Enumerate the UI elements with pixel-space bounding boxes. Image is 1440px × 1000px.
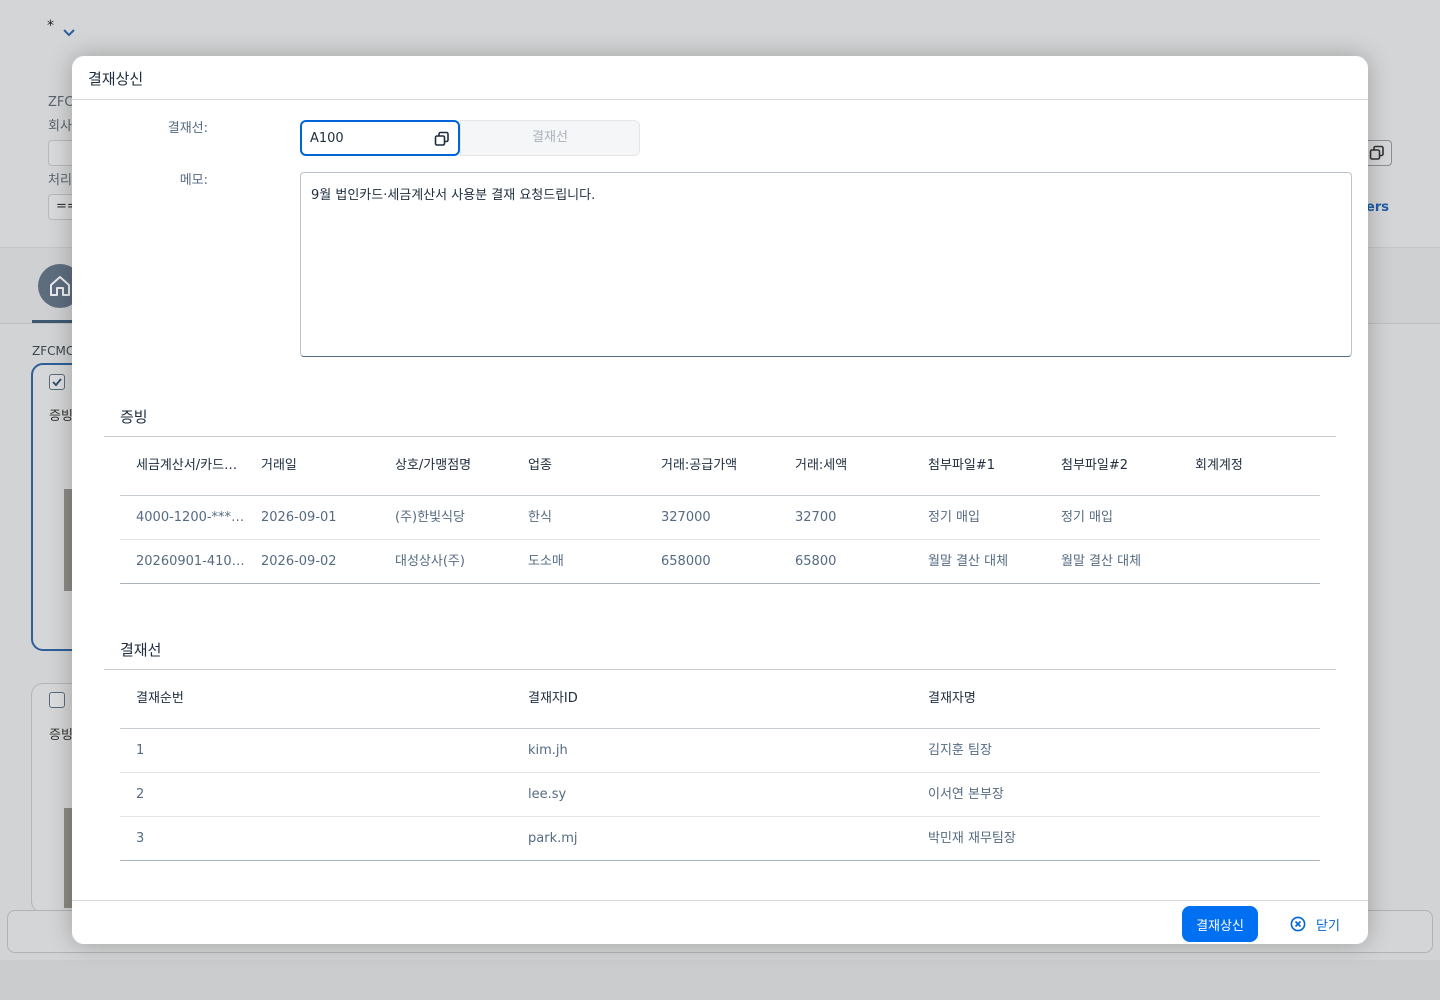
column-header-attachment-1[interactable]: 첨부파일#1: [928, 436, 1048, 495]
cell-approval-sequence: 1: [136, 743, 145, 758]
background-label-zfc: ZFC: [48, 95, 74, 110]
approvers-table: 결재순번 결재자ID 결재자명 1 kim.jh 김지훈 팀장 2 lee.sy…: [120, 669, 1320, 861]
cell-approval-sequence: 2: [136, 787, 145, 802]
cell-approver-id: park.mj: [528, 831, 578, 846]
approvers-table-header: 결재순번 결재자ID 결재자명: [120, 669, 1320, 729]
approval-line-label: 결재선:: [167, 121, 208, 136]
cell-supply-amount: 327000: [661, 510, 711, 525]
table-row[interactable]: 20260901-41000012-3456 2026-09-02 대성상사(주…: [120, 540, 1320, 584]
cell-business-type: 도소매: [528, 554, 564, 569]
column-header-supply-amount[interactable]: 거래:공급가액: [661, 436, 781, 495]
cell-merchant-name: 대성상사(주): [395, 554, 465, 569]
background-card-label: 증빙: [49, 409, 73, 424]
cell-approver-name: 박민재 재무팀장: [928, 831, 1016, 846]
copy-icon: [1369, 145, 1384, 160]
dialog-header: 결재상신: [72, 56, 1368, 100]
memo-label: 메모:: [179, 173, 208, 188]
dialog-footer: 결재상신 닫기: [72, 900, 1368, 944]
chevron-down-icon[interactable]: [62, 28, 76, 38]
evidence-table-header: 세금계산서/카드번호 거래일 상호/가맹점명 업종 거래:공급가액 거래:세액 …: [120, 436, 1320, 496]
background-card-thumbnail: [64, 808, 72, 908]
cell-approver-id: kim.jh: [528, 743, 568, 758]
close-button[interactable]: 닫기: [1282, 906, 1352, 942]
column-header-approver-id[interactable]: 결재자ID: [528, 669, 908, 728]
dialog-title: 결재상신: [88, 70, 144, 88]
background-bottom-strip: [0, 960, 1440, 1000]
home-icon: [50, 276, 70, 296]
submit-approval-dialog: 결재상신 결재선: 결재선 메모: 9월 법인카드·세금계산서 사용분 결재 요…: [72, 56, 1368, 944]
table-row[interactable]: 1 kim.jh 김지훈 팀장: [120, 729, 1320, 773]
cell-approval-sequence: 3: [136, 831, 145, 846]
cell-tax-amount: 32700: [795, 510, 837, 525]
approval-line-input-wrapper[interactable]: [300, 120, 460, 156]
cell-attachment-2: 정기 매입: [1061, 510, 1113, 525]
cell-business-type: 한식: [528, 510, 552, 525]
cell-gl-account: [1195, 540, 1315, 583]
evidence-section-title: 증빙: [120, 408, 148, 426]
card-checkbox-checked[interactable]: [49, 374, 65, 390]
cell-approver-name: 이서연 본부장: [928, 787, 1004, 802]
memo-textarea[interactable]: 9월 법인카드·세금계산서 사용분 결재 요청드립니다.: [300, 172, 1352, 357]
background-card-label: 증빙: [49, 728, 73, 743]
cell-gl-account: [1195, 496, 1315, 539]
background-label-process: 처리: [48, 173, 72, 188]
value-help-icon[interactable]: [434, 131, 450, 147]
cell-approver-name: 김지훈 팀장: [928, 743, 992, 758]
cell-merchant-name: (주)한빛식당: [395, 510, 465, 525]
card-checkbox[interactable]: [49, 692, 65, 708]
column-header-approver-name[interactable]: 결재자명: [928, 669, 1308, 728]
approval-line-input[interactable]: [310, 129, 428, 147]
column-header-attachment-2[interactable]: 첨부파일#2: [1061, 436, 1181, 495]
cell-supply-amount: 658000: [661, 554, 711, 569]
table-row[interactable]: 2 lee.sy 이서연 본부장: [120, 773, 1320, 817]
cell-transaction-date: 2026-09-01: [261, 510, 337, 525]
column-header-transaction-date[interactable]: 거래일: [261, 436, 381, 495]
approvers-section-title: 결재선: [120, 641, 162, 659]
column-header-approval-sequence[interactable]: 결재순번: [136, 669, 516, 728]
close-button-label: 닫기: [1316, 919, 1340, 934]
cell-attachment-1: 월말 결산 대체: [928, 554, 1009, 569]
approval-line-description: 결재선: [460, 120, 640, 156]
cell-tax-amount: 65800: [795, 554, 837, 569]
column-header-tax-amount[interactable]: 거래:세액: [795, 436, 915, 495]
column-header-invoice-card-number[interactable]: 세금계산서/카드번호: [136, 436, 248, 495]
column-header-business-type[interactable]: 업종: [528, 436, 648, 495]
background-list-label: ZFCMC: [32, 344, 75, 358]
cell-attachment-2: 월말 결산 대체: [1061, 554, 1142, 569]
evidence-table: 세금계산서/카드번호 거래일 상호/가맹점명 업종 거래:공급가액 거래:세액 …: [120, 436, 1320, 584]
background-card-thumbnail: [64, 489, 72, 591]
cell-attachment-1: 정기 매입: [928, 510, 980, 525]
table-row[interactable]: 3 park.mj 박민재 재무팀장: [120, 817, 1320, 861]
cell-invoice-card-number: 20260901-41000012-3456: [136, 554, 248, 569]
cell-invoice-card-number: 4000-1200-****-5521: [136, 510, 248, 525]
submit-approval-button[interactable]: 결재상신: [1182, 906, 1258, 942]
table-row[interactable]: 4000-1200-****-5521 2026-09-01 (주)한빛식당 한…: [120, 496, 1320, 540]
background-label-company: 회사: [48, 119, 72, 134]
checkmark-icon: [52, 378, 62, 387]
column-header-gl-account[interactable]: 회계계정: [1195, 436, 1315, 495]
cell-transaction-date: 2026-09-02: [261, 554, 337, 569]
column-header-merchant-name[interactable]: 상호/가맹점명: [395, 436, 515, 495]
background-filters-link[interactable]: ers: [1366, 200, 1389, 215]
background-required-marker: *: [47, 18, 54, 34]
cell-approver-id: lee.sy: [528, 787, 567, 802]
close-circle-icon: [1290, 916, 1306, 932]
